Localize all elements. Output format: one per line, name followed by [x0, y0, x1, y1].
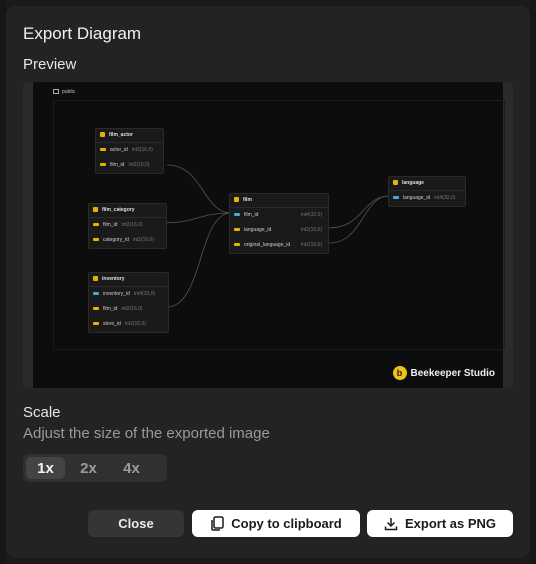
key-icon — [234, 228, 240, 232]
close-button-label: Close — [118, 516, 154, 531]
key-icon — [93, 223, 99, 227]
column-type: int2(16,0) — [121, 222, 143, 228]
dialog-title: Export Diagram — [23, 24, 142, 43]
table-icon — [93, 207, 98, 213]
download-icon — [384, 517, 398, 531]
table-film: film film_id int4(32,0) language_id int2(1… — [229, 193, 329, 254]
column-type: int2(16,0) — [128, 162, 150, 168]
edge-inventory-film — [166, 212, 232, 308]
table-header: language — [389, 177, 465, 191]
table-name: film — [243, 197, 252, 203]
backdrop-right — [530, 0, 536, 564]
clipboard-icon — [210, 516, 224, 531]
scale-option-4x[interactable]: 4x — [112, 457, 151, 479]
column-type: int4(32,0) — [434, 195, 456, 201]
table-icon — [93, 276, 98, 282]
column-name: inventory_id — [103, 291, 130, 297]
key-icon — [93, 307, 99, 311]
column-name: film_id — [103, 306, 118, 312]
export-button-label: Export as PNG — [404, 516, 497, 531]
key-icon — [93, 238, 99, 242]
copy-to-clipboard-button[interactable]: Copy to clipboard — [192, 510, 360, 537]
table-film-category: film_category film_id int2(16,0) category… — [88, 203, 167, 249]
beekeeper-logo-icon: b — [392, 366, 407, 380]
column-type: int2(16,0) — [121, 306, 143, 312]
table-header: film — [230, 194, 328, 208]
column-row: language_id int2(16,0) — [230, 223, 328, 238]
key-icon — [234, 243, 240, 247]
copy-button-label: Copy to clipboard — [231, 516, 342, 531]
column-name: category_id — [103, 237, 129, 243]
key-icon — [234, 213, 240, 217]
diagram-preview: public film_actor actor_id int2(16,0) fil… — [23, 82, 513, 388]
scale-title: Scale — [23, 404, 61, 421]
column-row: film_id int4(32,0) — [230, 208, 328, 223]
column-name: film_id — [244, 212, 259, 218]
table-inventory: inventory inventory_id int4(32,0) film_id… — [88, 272, 169, 333]
column-row: category_id int2(16,0) — [89, 233, 166, 248]
key-icon — [393, 196, 399, 200]
close-button[interactable]: Close — [88, 510, 184, 537]
table-header: film_actor — [96, 129, 163, 143]
scale-subtitle: Adjust the size of the exported image — [23, 425, 270, 442]
column-row: film_id int2(16,0) — [89, 302, 168, 317]
scale-option-1x[interactable]: 1x — [26, 457, 65, 479]
table-name: film_actor — [109, 132, 133, 138]
preview-label: Preview — [23, 56, 77, 73]
column-type: int2(16,0) — [124, 321, 146, 327]
column-name: film_id — [110, 162, 125, 168]
table-header: film_category — [89, 204, 166, 218]
key-icon — [100, 163, 106, 167]
key-icon — [93, 292, 99, 296]
column-type: int4(32,0) — [133, 291, 156, 297]
column-name: store_id — [103, 321, 121, 327]
column-name: language_id — [403, 195, 431, 201]
table-header: inventory — [89, 273, 168, 287]
export-png-button[interactable]: Export as PNG — [367, 510, 513, 537]
column-name: film_id — [103, 222, 118, 228]
column-type: int2(16,0) — [300, 242, 322, 248]
column-row: actor_id int2(16,0) — [96, 143, 163, 158]
table-icon — [100, 132, 105, 138]
key-icon — [100, 148, 106, 152]
column-name: actor_id — [110, 147, 128, 153]
scale-option-2x[interactable]: 2x — [69, 457, 108, 479]
export-dialog: Export Diagram Preview public film_actor… — [6, 6, 530, 558]
column-type: int2(16,0) — [132, 237, 154, 243]
column-type: int2(16,0) — [300, 227, 322, 233]
column-type: int2(16,0) — [131, 147, 153, 153]
brand-watermark: b Beekeeper Studio — [392, 366, 495, 380]
column-row: store_id int2(16,0) — [89, 317, 168, 332]
table-name: language — [402, 180, 424, 186]
table-film-actor: film_actor actor_id int2(16,0) film_id int… — [95, 128, 164, 174]
column-row: original_language_id int2(16,0) — [230, 238, 328, 253]
column-row: language_id int4(32,0) — [389, 191, 465, 206]
column-row: film_id int2(16,0) — [96, 158, 163, 173]
column-row: inventory_id int4(32,0) — [89, 287, 168, 302]
edge-film-actor-film — [166, 164, 232, 214]
brand-name: Beekeeper Studio — [410, 367, 495, 379]
edge-film-original-language — [328, 195, 390, 244]
column-type: int4(32,0) — [300, 212, 322, 218]
diagram-canvas: public film_actor actor_id int2(16,0) fil… — [33, 82, 505, 388]
table-language: language language_id int4(32,0) — [388, 176, 466, 207]
column-row: film_id int2(16,0) — [89, 218, 166, 233]
column-name: language_id — [244, 227, 272, 233]
scale-selector: 1x 2x 4x — [23, 454, 167, 482]
edge-film-category-film — [159, 212, 232, 224]
column-name: original_language_id — [244, 242, 291, 248]
table-name: inventory — [102, 276, 125, 282]
key-icon — [93, 322, 99, 326]
edge-film-language — [328, 195, 390, 229]
table-icon — [234, 197, 239, 203]
table-icon — [393, 180, 398, 186]
table-name: film_category — [102, 207, 135, 213]
